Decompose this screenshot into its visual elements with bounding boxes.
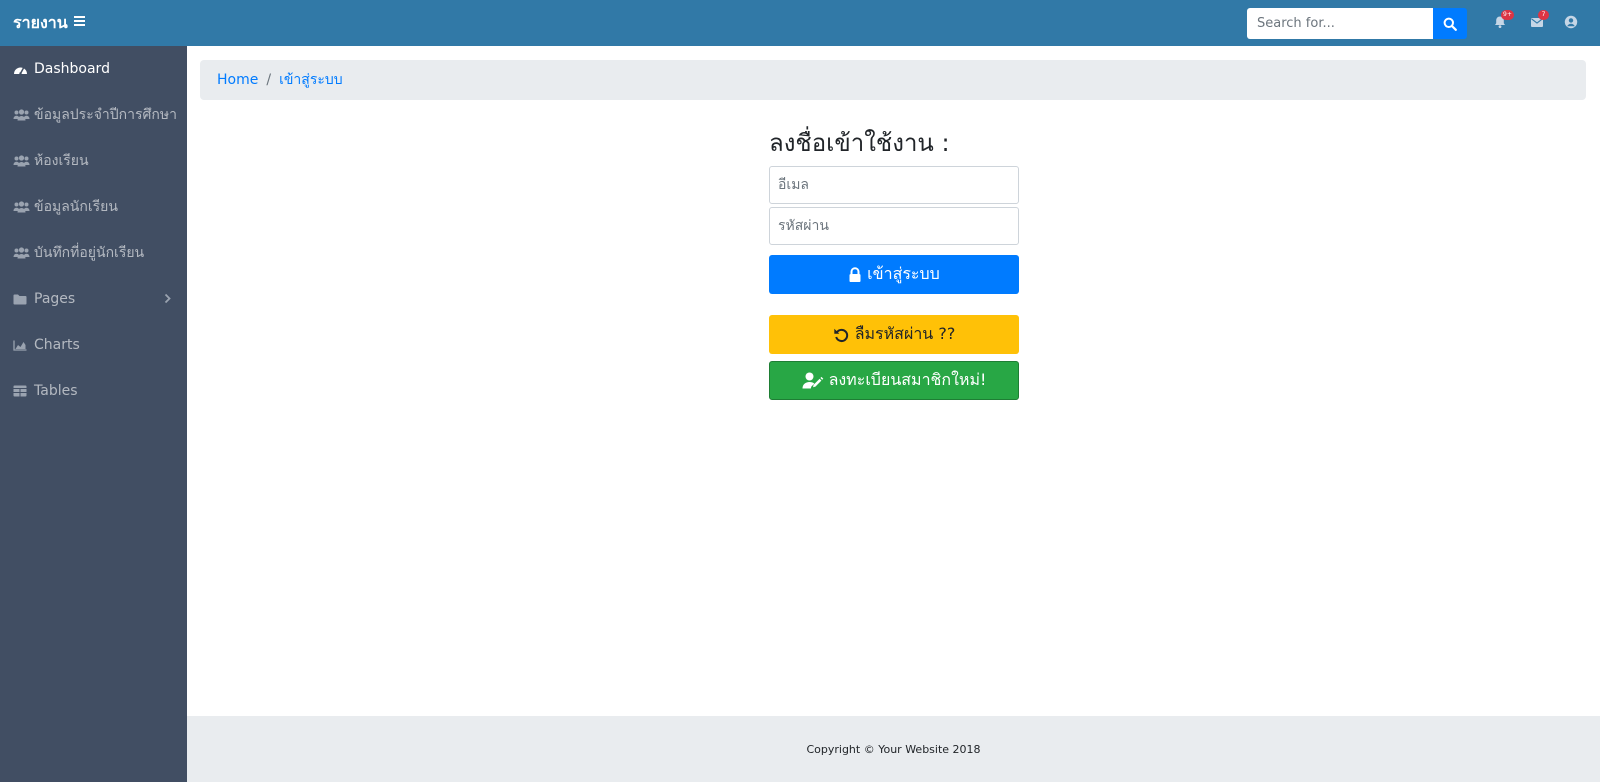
lock-icon xyxy=(848,266,862,283)
user-edit-icon xyxy=(802,372,824,389)
sidebar-item-label: ห้องเรียน xyxy=(34,153,89,169)
search-button[interactable] xyxy=(1433,8,1467,39)
sidebar-item-classrooms[interactable]: ห้องเรียน xyxy=(0,138,187,184)
hamburger-menu-icon[interactable] xyxy=(74,16,85,26)
sidebar-item-academic-year[interactable]: ข้อมูลประจำปีการศึกษา xyxy=(0,92,187,138)
users-icon xyxy=(13,200,30,214)
alerts-dropdown[interactable]: 9+ xyxy=(1493,10,1514,32)
sidebar-item-label: บันทึกที่อยู่นักเรียน xyxy=(34,245,145,261)
sidebar-item-tables[interactable]: Tables xyxy=(0,368,187,414)
email-field[interactable] xyxy=(769,166,1019,204)
users-icon xyxy=(13,154,30,168)
chevron-right-icon xyxy=(164,292,171,308)
register-button-label: ลงทะเบียนสมาชิกใหม่! xyxy=(828,370,987,389)
sidebar-item-label: Tables xyxy=(34,383,78,399)
sidebar: Dashboard ข้อมูลประจำปีการศึกษา ห้องเรีย xyxy=(0,46,187,782)
users-icon xyxy=(13,246,30,260)
sidebar-item-students[interactable]: ข้อมูลนักเรียน xyxy=(0,184,187,230)
sidebar-item-charts[interactable]: Charts xyxy=(0,322,187,368)
breadcrumb-current[interactable]: เข้าสู่ระบบ xyxy=(279,69,343,91)
login-button[interactable]: เข้าสู่ระบบ xyxy=(769,255,1019,294)
login-title: ลงชื่อเข้าใช้งาน : xyxy=(769,129,950,157)
copyright-text: Copyright © Your Website 2018 xyxy=(806,742,981,756)
forgot-password-label: ลืมรหัสผ่าน ?? xyxy=(854,324,956,343)
sidebar-item-label: ข้อมูลนักเรียน xyxy=(34,199,118,215)
sidebar-item-label: Dashboard xyxy=(34,61,110,77)
folder-icon xyxy=(13,292,30,306)
messages-dropdown[interactable]: 7 xyxy=(1530,10,1549,32)
login-button-label: เข้าสู่ระบบ xyxy=(867,264,940,283)
table-icon xyxy=(13,384,30,398)
password-field[interactable] xyxy=(769,207,1019,245)
tachometer-icon xyxy=(13,62,30,76)
alerts-badge: 9+ xyxy=(1501,10,1514,20)
top-navbar: รายงาน 9+ 7 xyxy=(0,0,1600,46)
sidebar-item-label: ข้อมูลประจำปีการศึกษา xyxy=(34,107,177,123)
area-chart-icon xyxy=(13,338,30,352)
sidebar-item-label: Pages xyxy=(34,291,76,307)
search-input[interactable] xyxy=(1247,8,1433,39)
register-button[interactable]: ลงทะเบียนสมาชิกใหม่! xyxy=(769,361,1019,400)
breadcrumb: Home / เข้าสู่ระบบ xyxy=(200,60,1586,100)
forgot-password-button[interactable]: ลืมรหัสผ่าน ?? xyxy=(769,315,1019,354)
sidebar-item-pages[interactable]: Pages xyxy=(0,276,187,322)
user-circle-icon xyxy=(1564,15,1578,29)
sidebar-item-dashboard[interactable]: Dashboard xyxy=(0,46,187,92)
search-icon xyxy=(1443,17,1457,31)
user-dropdown[interactable] xyxy=(1564,14,1582,32)
footer: Copyright © Your Website 2018 xyxy=(187,716,1600,782)
undo-icon xyxy=(833,327,850,343)
sidebar-item-label: Charts xyxy=(34,337,80,353)
breadcrumb-home-link[interactable]: Home xyxy=(217,72,258,88)
brand-title[interactable]: รายงาน xyxy=(13,11,68,35)
users-icon xyxy=(13,108,30,122)
breadcrumb-separator: / xyxy=(266,72,272,88)
messages-badge: 7 xyxy=(1538,10,1549,20)
sidebar-item-student-address[interactable]: บันทึกที่อยู่นักเรียน xyxy=(0,230,187,276)
